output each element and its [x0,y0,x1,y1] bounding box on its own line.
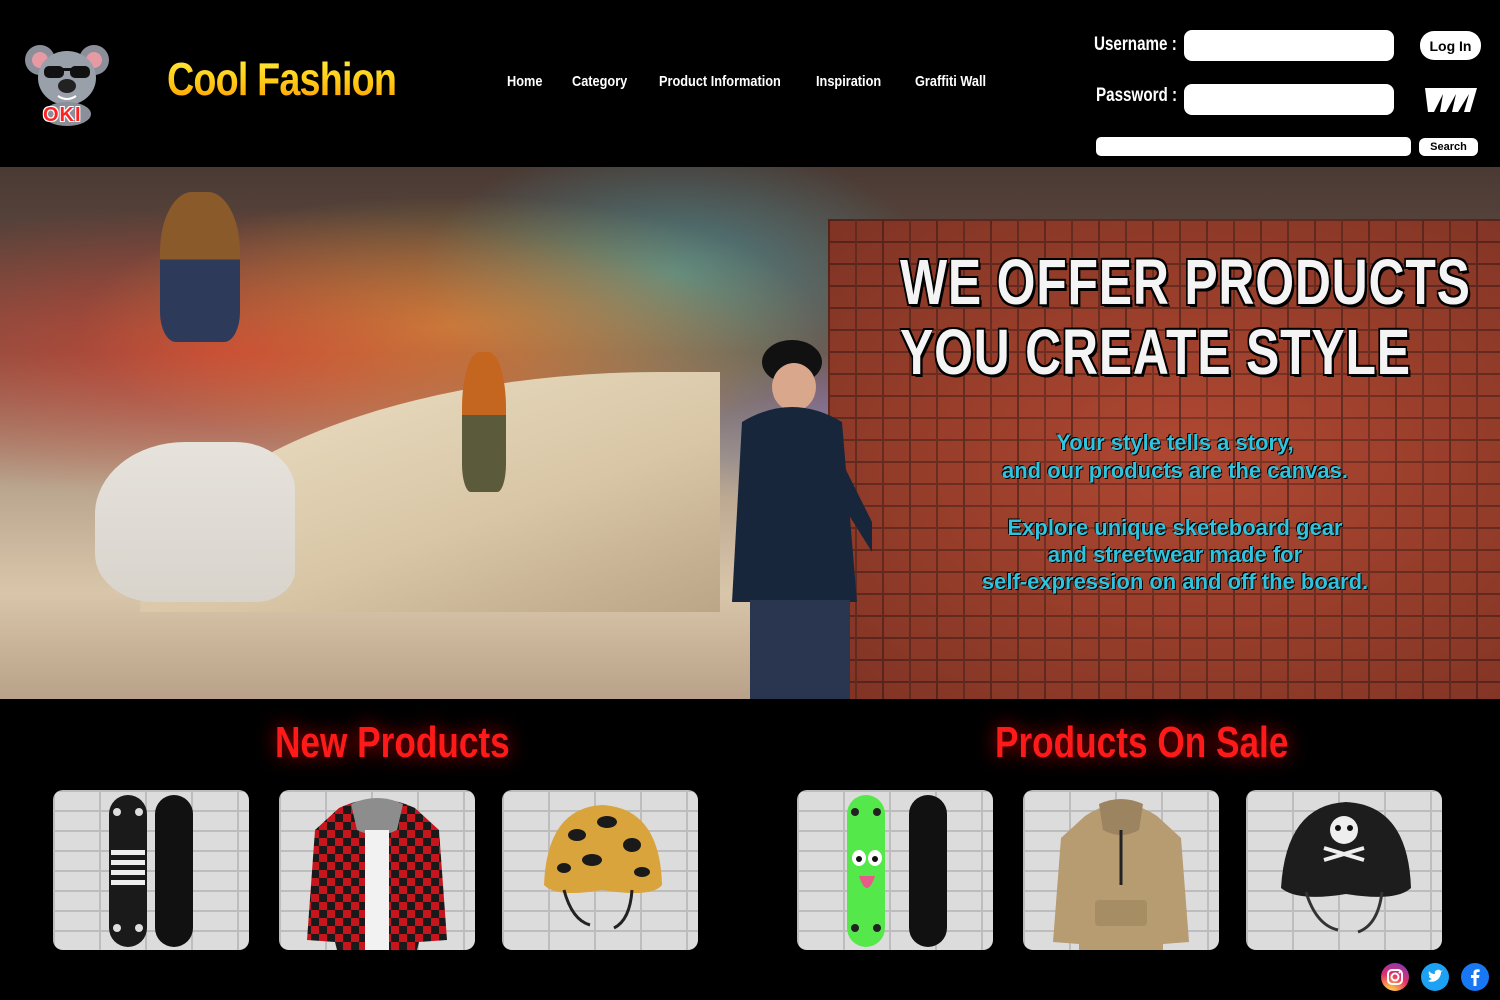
product-card-leopard-helmet[interactable] [502,790,698,950]
hero-text-line2: and our products are the canvas. [1002,458,1348,483]
hero-headline: WE OFFER PRODUCTS YOU CREATE STYLE [900,246,1471,388]
login-button[interactable]: Log In [1420,31,1481,60]
instagram-icon[interactable] [1381,963,1409,991]
skull-helmet-icon [1281,802,1411,934]
product-card-flannel-hoodie[interactable] [279,790,475,950]
search-input[interactable] [1096,137,1411,156]
hero-headline-line1: WE OFFER PRODUCTS [900,246,1471,318]
leopard-helmet-icon [544,805,662,930]
site-logo[interactable]: OKI [24,34,110,130]
password-label: Password : [1096,85,1178,106]
on-sale-title: Products On Sale [995,718,1289,767]
username-input[interactable] [1184,30,1394,61]
hero-banner: WE OFFER PRODUCTS YOU CREATE STYLE Your … [0,167,1500,699]
nav-inspiration[interactable]: Inspiration [816,73,881,90]
nav-home[interactable]: Home [507,73,542,90]
brand-name[interactable]: Cool Fashion [167,52,397,106]
red-flannel-hoodie-icon [307,798,447,950]
skateboard-black-striped-icon [109,795,193,947]
hero-text-line5: self-expression on and off the board. [981,569,1369,594]
product-card-khaki-hoodie[interactable] [1023,790,1219,950]
skateboard-green-monster-icon [847,795,947,947]
khaki-hoodie-icon [1053,799,1189,950]
nav-graffiti-wall[interactable]: Graffiti Wall [915,73,986,90]
hero-text-line1: Your style tells a story, [1056,430,1294,455]
skater-on-ramp [160,192,240,342]
facebook-icon[interactable] [1461,963,1489,991]
product-card-skateboard-green[interactable] [797,790,993,950]
nav-category[interactable]: Category [572,73,627,90]
logo-text: OKI [43,104,82,126]
sitting-skater [95,442,295,602]
brand-mark-icon [1425,88,1477,112]
product-card-skateboard-black[interactable] [53,790,249,950]
password-input[interactable] [1184,84,1394,115]
hero-headline-line2: YOU CREATE STYLE [900,316,1411,388]
hero-text-line3: Explore unique sketeboard gear [1007,515,1343,540]
nav-product-information[interactable]: Product Information [659,73,781,90]
product-card-skull-helmet[interactable] [1246,790,1442,950]
hero-text-line4: and streetwear made for [1047,542,1303,567]
skater-center [462,352,506,492]
username-label: Username : [1094,34,1177,55]
search-button[interactable]: Search [1419,138,1478,156]
new-products-title: New Products [275,718,510,767]
twitter-icon[interactable] [1421,963,1449,991]
graffiti-artist [732,340,872,699]
